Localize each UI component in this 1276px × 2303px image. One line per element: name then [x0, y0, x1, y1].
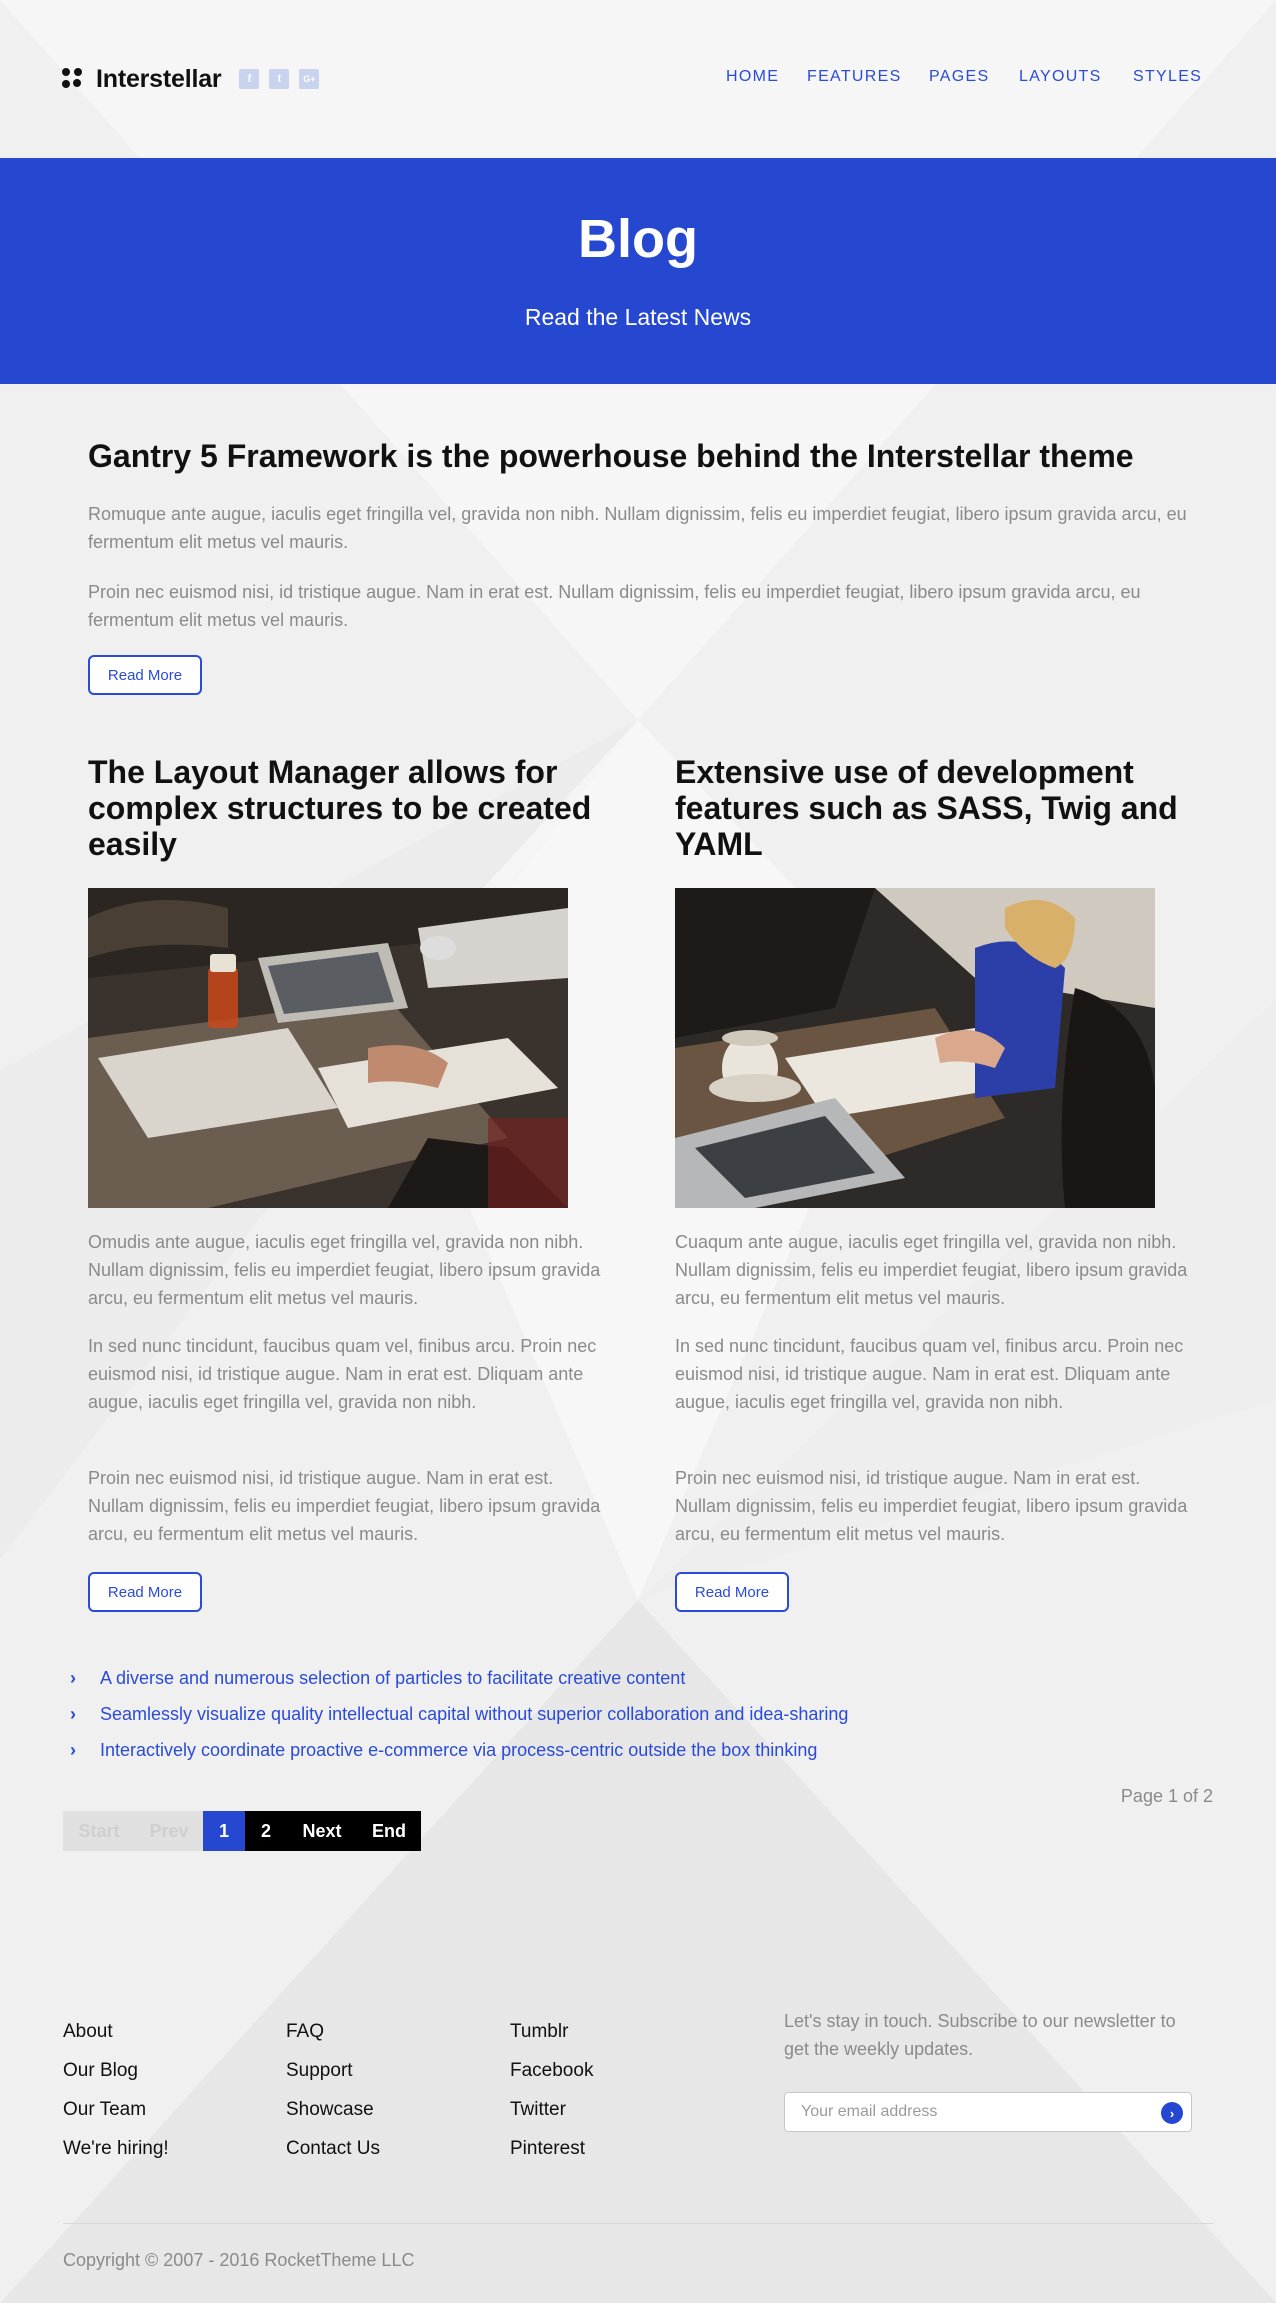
footer-link[interactable]: Support — [286, 2051, 380, 2090]
pagination-prev: Prev — [135, 1811, 203, 1851]
post-paragraph: In sed nunc tincidunt, faucibus quam vel… — [675, 1336, 1184, 1412]
nav-pages[interactable]: PAGES — [929, 68, 989, 86]
footer-link[interactable]: Our Team — [63, 2090, 169, 2129]
post-paragraph: Cuaqum ante augue, iaculis eget fringill… — [675, 1232, 1188, 1308]
page-subtitle: Read the Latest News — [524, 304, 752, 330]
footer-link[interactable]: Showcase — [286, 2090, 380, 2129]
footer-link[interactable]: We're hiring! — [63, 2129, 169, 2168]
article-link[interactable]: Seamlessly visualize quality intellectua… — [100, 1704, 848, 1725]
page-counter: Page 1 of 2 — [1120, 1786, 1213, 1806]
chevron-right-icon: › — [70, 1703, 76, 1724]
footer-link[interactable]: Our Blog — [63, 2051, 169, 2090]
copyright: Copyright © 2007 - 2016 RocketTheme LLC — [63, 2250, 415, 2270]
post-title[interactable]: The Layout Manager allows for complex st… — [88, 754, 608, 862]
featured-paragraph: Proin nec euismod nisi, id tristique aug… — [88, 582, 1141, 630]
footer-links-company: About Our Blog Our Team We're hiring! — [63, 2012, 169, 2168]
nav-home[interactable]: HOME — [726, 68, 779, 86]
pagination: Start Prev 1 2 Next End — [63, 1811, 421, 1851]
footer-link[interactable]: Facebook — [510, 2051, 593, 2090]
footer-link[interactable]: Pinterest — [510, 2129, 593, 2168]
page-hero: Blog Read the Latest News — [0, 158, 1276, 384]
newsletter-form: › — [784, 2092, 1192, 2132]
nav-layouts[interactable]: LAYOUTS — [1019, 68, 1102, 86]
footer-link[interactable]: FAQ — [286, 2012, 380, 2051]
newsletter-text: Let's stay in touch. Subscribe to our ne… — [784, 2011, 1176, 2059]
nav-styles[interactable]: STYLES — [1133, 68, 1202, 86]
coffee-laptop-photo[interactable] — [675, 888, 1155, 1208]
footer-links-social: Tumblr Facebook Twitter Pinterest — [510, 2012, 593, 2168]
pagination-start: Start — [63, 1811, 135, 1851]
footer-link[interactable]: About — [63, 2012, 169, 2051]
email-field[interactable] — [785, 2093, 1145, 2131]
article-link[interactable]: Interactively coordinate proactive e-com… — [100, 1740, 817, 1761]
team-meeting-photo[interactable] — [88, 888, 568, 1208]
team-meeting-photo-art — [88, 888, 568, 1208]
coffee-laptop-photo-art — [675, 888, 1155, 1208]
footer-divider — [63, 2223, 1213, 2224]
footer-links-help: FAQ Support Showcase Contact Us — [286, 2012, 380, 2168]
featured-paragraph: Romuque ante augue, iaculis eget fringil… — [88, 504, 1187, 552]
pagination-next[interactable]: Next — [287, 1811, 357, 1851]
post-title[interactable]: Extensive use of development features su… — [675, 754, 1195, 862]
main-nav: HOME FEATURES PAGES LAYOUTS STYLES — [0, 68, 1276, 92]
footer-link[interactable]: Tumblr — [510, 2012, 593, 2051]
subscribe-arrow-icon[interactable]: › — [1161, 2102, 1183, 2124]
featured-article-title[interactable]: Gantry 5 Framework is the powerhouse beh… — [88, 438, 1198, 474]
post-paragraph: Omudis ante augue, iaculis eget fringill… — [88, 1232, 601, 1308]
pagination-end[interactable]: End — [357, 1811, 421, 1851]
post-paragraph: In sed nunc tincidunt, faucibus quam vel… — [88, 1336, 597, 1412]
footer-link[interactable]: Twitter — [510, 2090, 593, 2129]
list-item[interactable]: › Interactively coordinate proactive e-c… — [70, 1732, 848, 1768]
list-item[interactable]: › A diverse and numerous selection of pa… — [70, 1660, 848, 1696]
post-paragraph: Proin nec euismod nisi, id tristique aug… — [88, 1468, 601, 1544]
page-title: Blog — [578, 209, 698, 269]
chevron-right-icon: › — [70, 1667, 76, 1688]
footer-link[interactable]: Contact Us — [286, 2129, 380, 2168]
read-more-button[interactable]: Read More — [675, 1572, 789, 1612]
more-articles-list: › A diverse and numerous selection of pa… — [70, 1660, 848, 1768]
pagination-page-current[interactable]: 1 — [203, 1811, 245, 1851]
read-more-button[interactable]: Read More — [88, 1572, 202, 1612]
nav-features[interactable]: FEATURES — [807, 68, 902, 86]
list-item[interactable]: › Seamlessly visualize quality intellect… — [70, 1696, 848, 1732]
article-link[interactable]: A diverse and numerous selection of part… — [100, 1668, 685, 1689]
chevron-right-icon: › — [70, 1739, 76, 1760]
pagination-page[interactable]: 2 — [245, 1811, 287, 1851]
post-paragraph: Proin nec euismod nisi, id tristique aug… — [675, 1468, 1188, 1544]
site-header: Interstellar f t G+ HOME FEATURES PAGES … — [0, 0, 1276, 158]
read-more-button[interactable]: Read More — [88, 655, 202, 695]
